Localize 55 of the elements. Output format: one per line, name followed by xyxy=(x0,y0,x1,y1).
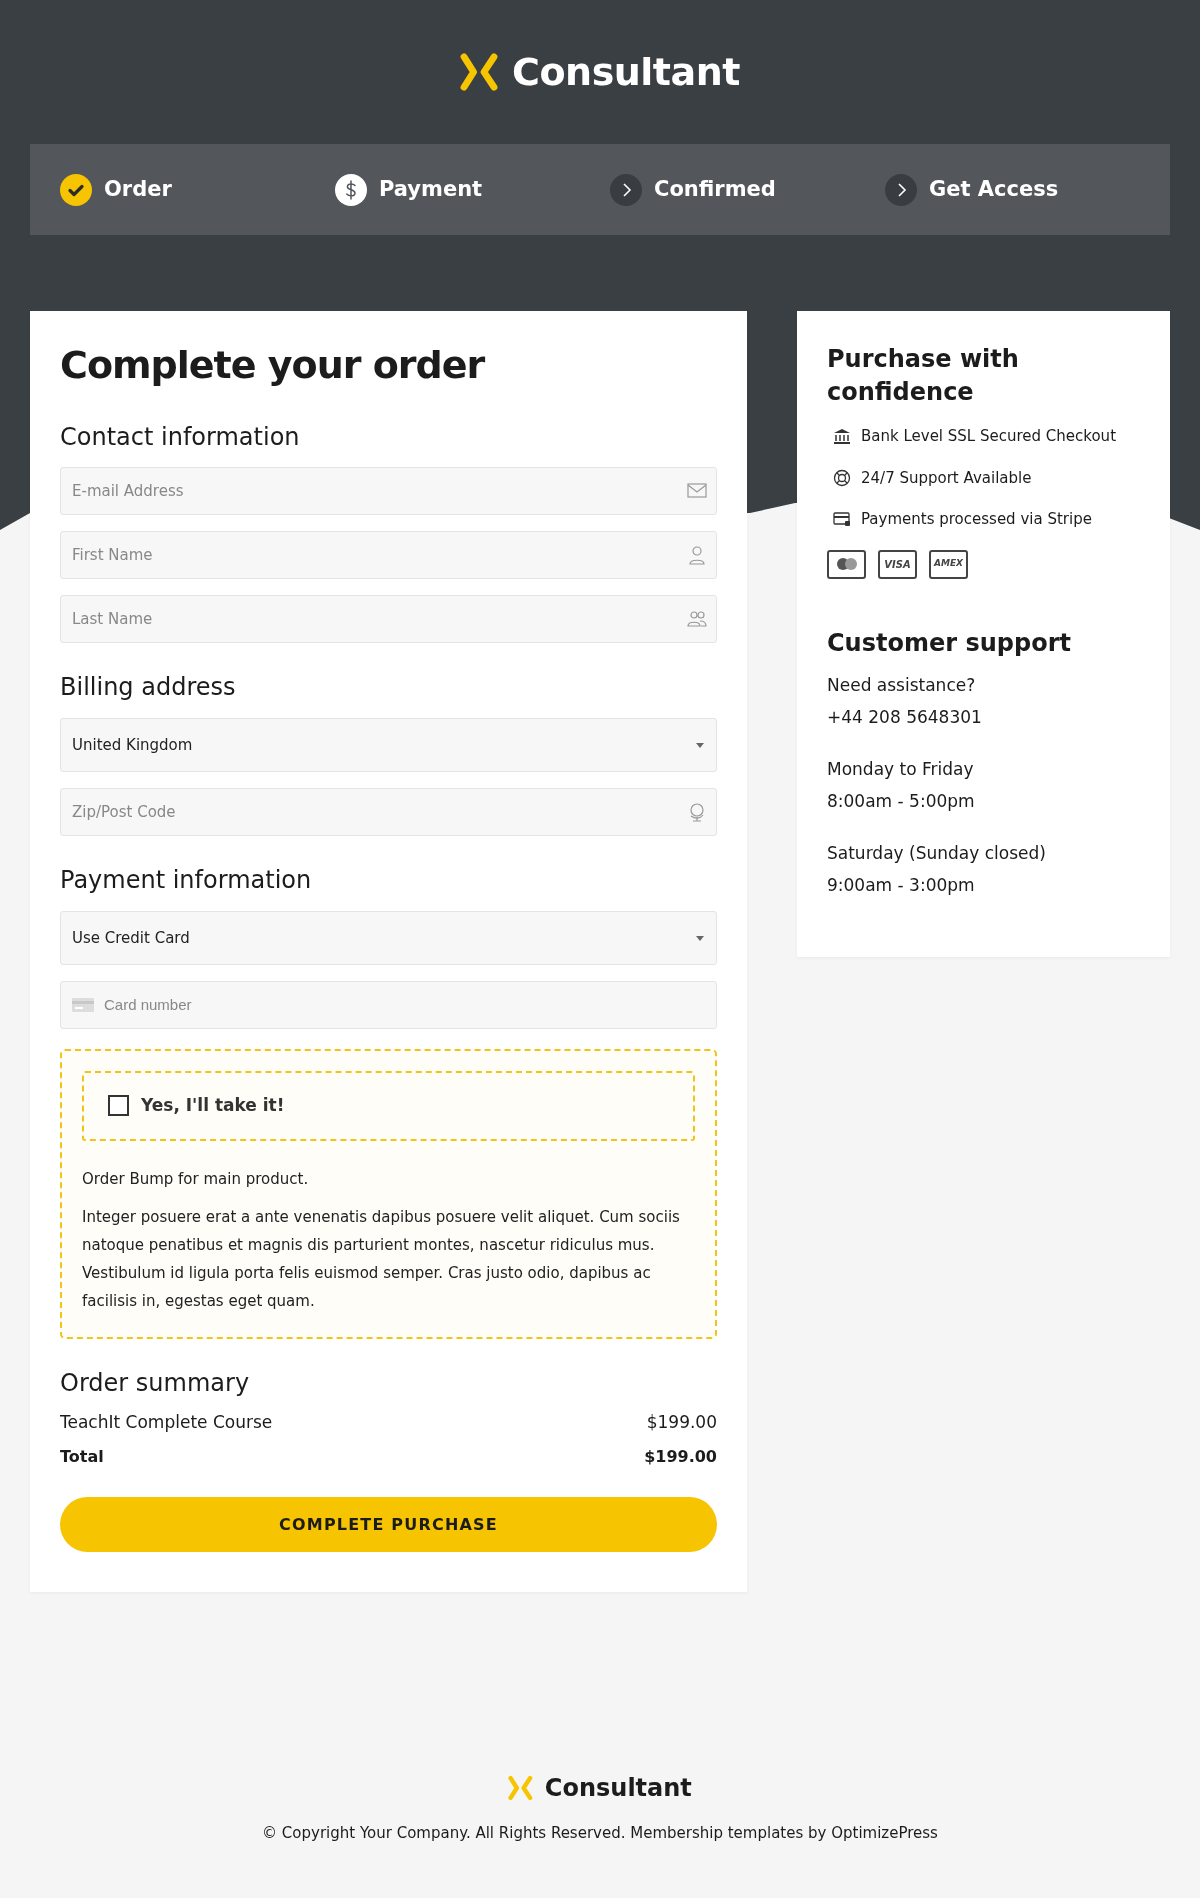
sidebar-heading: Purchase with confidence xyxy=(827,344,1020,408)
progress-step: Get Access xyxy=(885,173,1160,206)
select-field[interactable]: United Kingdom xyxy=(60,718,717,773)
logo-text: Consultant xyxy=(512,48,740,96)
progress-step: Confirmed xyxy=(610,173,885,206)
bump-intro-text: Order Bump for main product. xyxy=(82,1169,310,1190)
input-field[interactable]: E-mail Address xyxy=(60,467,717,516)
support-value: 8:00am - 5:00pm xyxy=(827,790,976,814)
credit-card-icon xyxy=(833,510,851,529)
card-brand-badge: VISA xyxy=(878,549,917,579)
total-label: Total xyxy=(60,1446,104,1469)
progress-step: Order xyxy=(60,173,335,206)
feature-text: 24/7 Support Available xyxy=(861,467,1032,489)
dollar-icon xyxy=(335,173,367,206)
support-value: +44 208 5648301 xyxy=(827,706,983,730)
support-heading: Customer support xyxy=(827,628,1072,658)
users-icon xyxy=(687,609,707,630)
support-label: Need assistance? xyxy=(827,674,977,698)
copyright-text: © Copyright Your Company. All Rights Reserved. Membership templates by OptimizePress xyxy=(261,1823,939,1844)
card-badge-icon xyxy=(827,549,866,579)
user-icon xyxy=(687,545,707,566)
footer-logo-text: Consultant xyxy=(544,1773,692,1804)
checkbox[interactable] xyxy=(108,1095,129,1117)
support-value: 9:00am - 3:00pm xyxy=(827,874,976,898)
input-field[interactable]: First Name xyxy=(60,531,717,580)
page-title: Complete your order xyxy=(60,343,486,389)
progress-step: Payment xyxy=(335,173,610,206)
logo-icon xyxy=(508,1775,533,1801)
complete-purchase-button[interactable]: COMPLETE PURCHASE xyxy=(60,1497,717,1553)
lifebuoy-icon xyxy=(833,468,851,487)
card-number-field[interactable]: Card number xyxy=(60,981,717,1029)
bump-description: Integer posuere erat a ante venenatis dapibus posuere velit aliquet. Cum sociis natoque penatibus et magnis dis parturient montes, nascetur ridiculus mus. Vestibulum id ligula porta felis euismod semper. Cras justo odio, dapibus ac facilisis in, egestas eget quam. xyxy=(82,1207,681,1312)
input-field[interactable]: Last Name xyxy=(60,595,717,644)
checkbox-row[interactable]: Yes, I'll take it! xyxy=(82,1071,695,1141)
product-price: $199.00 xyxy=(646,1410,717,1434)
chevron-right-icon xyxy=(885,173,917,206)
product-name: TeachIt Complete Course xyxy=(60,1410,273,1434)
total-price: $199.00 xyxy=(644,1446,717,1469)
support-label: Monday to Friday xyxy=(827,758,975,782)
feature-text: Payments processed via Stripe xyxy=(861,509,1092,530)
support-label: Saturday (Sunday closed) xyxy=(827,842,1047,866)
globe-icon xyxy=(687,802,707,823)
chevron-right-icon xyxy=(610,173,642,206)
bank-icon xyxy=(833,427,851,446)
summary-heading: Order summary xyxy=(60,1369,251,1398)
checkbox-label: Yes, I'll take it! xyxy=(141,1094,285,1118)
input-field[interactable]: Zip/Post Code xyxy=(60,788,717,837)
logo-icon xyxy=(460,52,499,92)
section-heading: Payment information xyxy=(60,866,313,895)
section-heading: Billing address xyxy=(60,673,237,703)
select-field[interactable]: Use Credit Card xyxy=(60,911,717,965)
feature-text: Bank Level SSL Secured Checkout xyxy=(861,426,1116,447)
section-heading: Contact information xyxy=(60,422,301,452)
card-brand-badge: AMEX xyxy=(929,549,968,579)
check-icon xyxy=(60,173,92,206)
